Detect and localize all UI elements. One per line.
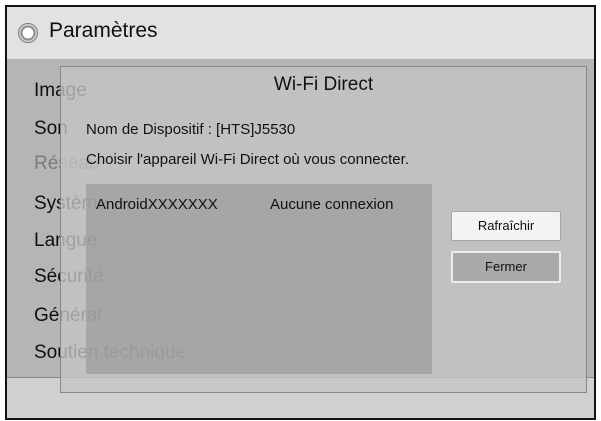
wifi-direct-dialog: Wi-Fi Direct Nom de Dispositif : [HTS]J5…: [60, 66, 587, 393]
settings-window: Paramètres Image Son Réseau Système Lang…: [5, 5, 596, 420]
refresh-button[interactable]: Rafraîchir: [451, 211, 561, 241]
device-list: AndroidXXXXXXX Aucune connexion: [86, 184, 432, 374]
device-name: AndroidXXXXXXX: [96, 196, 218, 213]
close-button[interactable]: Fermer: [451, 251, 561, 283]
device-name-label: Nom de Dispositif : [HTS]J5530: [86, 121, 296, 138]
dialog-title: Wi-Fi Direct: [273, 74, 374, 95]
instruction-text: Choisir l'appareil Wi-Fi Direct où vous …: [86, 151, 409, 168]
device-status: Aucune connexion: [270, 196, 394, 213]
device-list-item[interactable]: AndroidXXXXXXX Aucune connexion: [86, 196, 432, 220]
